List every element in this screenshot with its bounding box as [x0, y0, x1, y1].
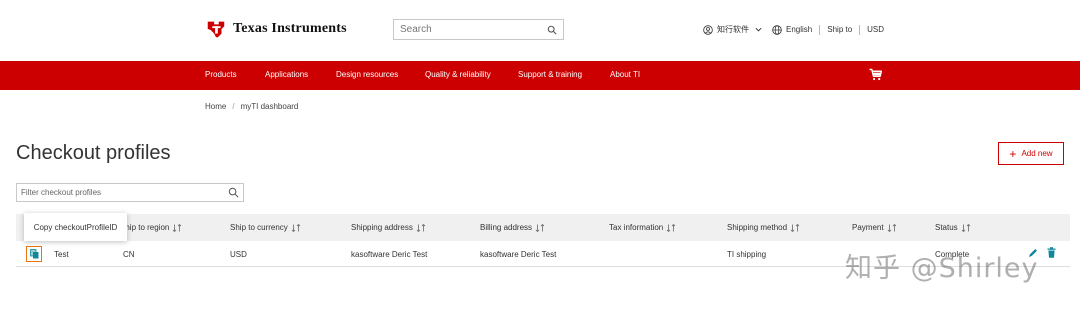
column-status[interactable]: Status — [935, 223, 971, 232]
nav-applications[interactable]: Applications — [265, 70, 308, 79]
column-ship-to-currency[interactable]: Ship to currency — [230, 223, 301, 232]
cell-shipping-method: TI shipping — [727, 250, 767, 259]
column-label: Payment — [852, 223, 884, 232]
site-search[interactable] — [393, 19, 564, 40]
add-new-button[interactable]: + Add new — [998, 142, 1064, 165]
column-label: Ship to currency — [230, 223, 288, 232]
language-selector[interactable]: English — [772, 24, 813, 35]
copy-id-tooltip: Copy checkoutProfileID — [24, 213, 127, 241]
sort-icon[interactable] — [291, 223, 301, 232]
breadcrumb: Home / myTI dashboard — [205, 102, 298, 111]
chevron-down-icon — [755, 27, 762, 32]
filter-box[interactable] — [16, 183, 244, 202]
top-header: Texas Instruments 知行软件 En — [0, 0, 1080, 60]
account-label: 知行软件 — [717, 25, 749, 34]
main-nav: Products Applications Design resources Q… — [0, 61, 1080, 90]
sort-icon[interactable] — [961, 223, 971, 232]
column-label: Shipping method — [727, 223, 788, 232]
sort-icon[interactable] — [887, 223, 897, 232]
delete-icon[interactable] — [1047, 247, 1056, 258]
ti-logo-icon — [207, 21, 225, 38]
profile-name: Test — [54, 250, 69, 259]
cell-shipping-address: kasoftware Deric Test — [351, 250, 428, 259]
breadcrumb-separator: / — [232, 102, 235, 111]
plus-icon: + — [1009, 146, 1017, 161]
sort-icon[interactable] — [172, 223, 182, 232]
copy-icon — [29, 249, 38, 259]
nav-quality-reliability[interactable]: Quality & reliability — [425, 70, 491, 79]
search-icon[interactable] — [228, 187, 239, 198]
brand-name: Texas Instruments — [233, 21, 347, 36]
currency-selector[interactable]: USD — [867, 25, 884, 34]
column-label: Tax information — [609, 223, 664, 232]
cart-icon[interactable] — [869, 68, 882, 81]
account-menu[interactable]: 知行软件 — [703, 24, 772, 35]
column-tax-information[interactable]: Tax information — [609, 223, 676, 232]
page-title: Checkout profiles — [16, 142, 171, 164]
column-label: Billing address — [480, 223, 533, 232]
sort-icon[interactable] — [535, 223, 545, 232]
ti-logo[interactable]: Texas Instruments — [205, 18, 347, 40]
globe-icon — [772, 24, 782, 35]
filter-input[interactable] — [21, 188, 228, 197]
table-header: Ship to region Ship to currency Shipping… — [16, 214, 1070, 241]
divider — [819, 24, 821, 35]
ship-to-link[interactable]: Ship to — [827, 25, 852, 34]
watermark: 知乎 @Shirley — [845, 253, 1039, 284]
cell-region: CN — [123, 250, 135, 259]
nav-about-ti[interactable]: About TI — [610, 70, 640, 79]
column-payment[interactable]: Payment — [852, 223, 897, 232]
sort-icon[interactable] — [666, 223, 676, 232]
copy-id-button[interactable] — [26, 246, 42, 262]
column-label: Ship to region — [120, 223, 170, 232]
divider — [859, 24, 861, 35]
nav-products[interactable]: Products — [205, 70, 237, 79]
cell-currency: USD — [230, 250, 247, 259]
utility-bar: 知行软件 English Ship to USD — [703, 24, 884, 35]
column-billing-address[interactable]: Billing address — [480, 223, 545, 232]
sort-icon[interactable] — [416, 223, 426, 232]
column-label: Status — [935, 223, 958, 232]
search-input[interactable] — [400, 24, 547, 35]
column-shipping-address[interactable]: Shipping address — [351, 223, 426, 232]
column-shipping-method[interactable]: Shipping method — [727, 223, 800, 232]
sort-icon[interactable] — [790, 223, 800, 232]
column-label: Shipping address — [351, 223, 413, 232]
breadcrumb-dashboard[interactable]: myTI dashboard — [241, 102, 299, 111]
nav-support-training[interactable]: Support & training — [518, 70, 582, 79]
search-icon[interactable] — [547, 25, 557, 35]
language-label: English — [786, 25, 813, 34]
cell-billing-address: kasoftware Deric Test — [480, 250, 557, 259]
column-ship-to-region[interactable]: Ship to region — [120, 223, 182, 232]
user-icon — [703, 24, 713, 35]
add-new-label: Add new — [1021, 149, 1053, 158]
nav-design-resources[interactable]: Design resources — [336, 70, 398, 79]
breadcrumb-home[interactable]: Home — [205, 102, 226, 111]
